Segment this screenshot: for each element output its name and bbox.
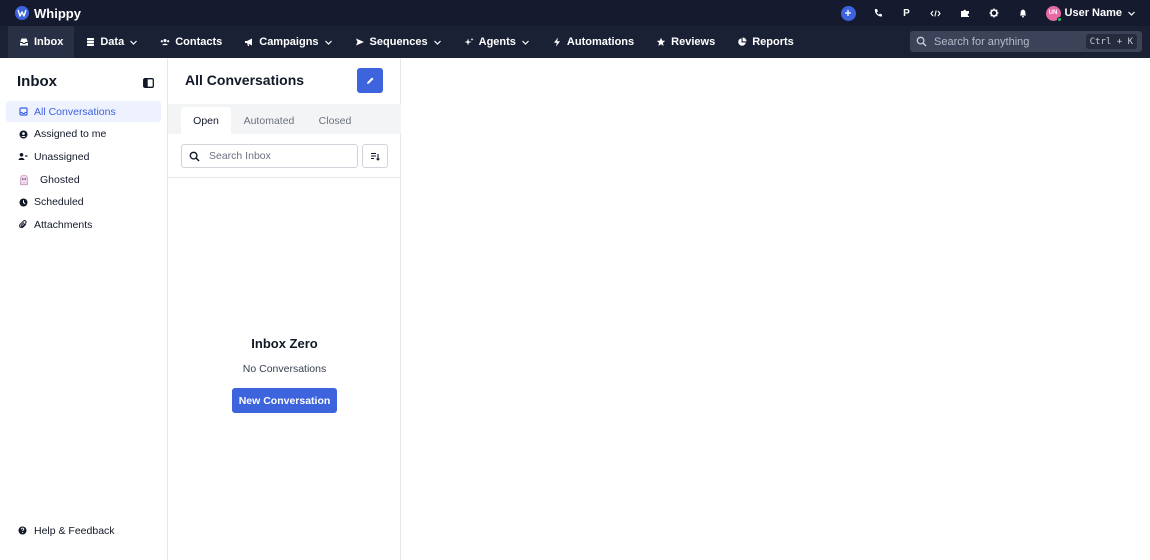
nav-label: Reports [752,36,794,48]
sidebar-item-unassigned[interactable]: Unassigned [6,146,161,167]
sidebar-item-label: Scheduled [34,196,84,209]
brand-name: Whippy [34,5,81,21]
user-circle-icon [18,129,28,139]
send-icon [355,37,365,47]
top-bar: Whippy P UN User Name [0,0,1150,26]
nav-label: Data [100,36,125,48]
nav-label: Campaigns [259,36,319,48]
inbox-icon [19,37,29,47]
ghost-icon [18,174,30,186]
nav-agents[interactable]: Agents [453,26,541,58]
users-icon [160,37,170,47]
megaphone-icon [244,37,254,47]
whippy-logo-icon [15,6,29,20]
nav-sequences[interactable]: Sequences [344,26,453,58]
puzzle-icon[interactable] [958,6,972,20]
chevron-down-icon [433,38,442,47]
paperclip-icon [18,220,28,230]
tab-open[interactable]: Open [181,107,231,134]
tab-automated[interactable]: Automated [234,107,304,134]
inbox-icon [18,107,28,117]
sort-icon [370,152,380,161]
nav-label: Sequences [369,36,428,48]
code-icon[interactable] [929,6,943,20]
chevron-down-icon [129,38,138,47]
sparkles-icon [464,37,474,47]
help-feedback-link[interactable]: Help & Feedback [18,525,115,537]
nav-campaigns[interactable]: Campaigns [233,26,343,58]
user-menu[interactable]: UN User Name [1045,5,1136,22]
avatar: UN [1045,5,1062,22]
star-icon [656,37,666,47]
sidebar-item-scheduled[interactable]: Scheduled [6,192,161,213]
global-search-placeholder: Search for anything [934,35,1030,48]
sidebar-item-label: All Conversations [34,105,116,118]
sidebar-item-all-conversations[interactable]: All Conversations [6,101,161,122]
empty-state-title: Inbox Zero [251,336,318,351]
nav-reports[interactable]: Reports [726,26,805,58]
nav-reviews[interactable]: Reviews [645,26,726,58]
chevron-down-icon [521,38,530,47]
phone-icon[interactable] [871,6,885,20]
sidebar-title: Inbox [17,73,57,90]
pencil-icon [366,76,375,85]
help-feedback-label: Help & Feedback [34,525,115,537]
p-icon[interactable]: P [900,6,914,20]
search-icon [916,36,927,47]
conversations-panel: All Conversations Open Automated Closed … [168,58,401,560]
search-icon [189,151,200,162]
inbox-search-input[interactable]: Search Inbox [181,144,358,168]
chevron-down-icon [1127,9,1136,18]
online-status-dot [1056,16,1062,22]
bell-icon[interactable] [1016,6,1030,20]
database-icon [85,37,95,47]
compose-button[interactable] [357,68,383,93]
sort-button[interactable] [362,144,388,168]
avatar-initials: UN [1048,10,1058,16]
search-shortcut-hint: Ctrl + K [1085,34,1137,49]
nav-label: Contacts [175,36,223,48]
gear-icon[interactable] [987,6,1001,20]
sidebar-item-label: Attachments [34,218,93,231]
sidebar-item-label: Assigned to me [34,128,107,141]
inbox-search-placeholder: Search Inbox [209,150,271,162]
sidebar-item-label: Ghosted [40,173,80,186]
nav-label: Agents [478,36,516,48]
nav-automations[interactable]: Automations [541,26,645,58]
nav-contacts[interactable]: Contacts [149,26,233,58]
sidebar-item-attachments[interactable]: Attachments [6,214,161,235]
user-minus-icon [18,152,28,162]
global-search[interactable]: Search for anything Ctrl + K [910,31,1142,52]
main-nav: Inbox Data Contacts Campaigns Sequences [0,26,1150,58]
sidebar-item-assigned-to-me[interactable]: Assigned to me [6,124,161,145]
divider [168,177,401,178]
brand[interactable]: Whippy [0,6,81,21]
nav-label: Inbox [34,36,64,48]
user-name: User Name [1064,7,1122,19]
sidebar-list: All Conversations Assigned to me Unassig… [6,101,161,237]
nav-data[interactable]: Data [74,26,149,58]
conversation-tabs: Open Automated Closed [168,104,401,134]
nav-inbox[interactable]: Inbox [8,26,75,58]
chevron-down-icon [324,38,333,47]
inbox-sidebar: Inbox All Conversations Assigned to me U… [0,58,168,560]
clock-icon [18,197,28,207]
help-circle-icon [18,526,28,536]
pie-chart-icon [737,37,747,47]
conversations-title: All Conversations [185,72,305,88]
nav-label: Reviews [671,36,716,48]
new-conversation-button[interactable]: New Conversation [232,388,337,413]
sidebar-item-ghosted[interactable]: Ghosted [6,169,161,190]
sidebar-item-label: Unassigned [34,150,90,163]
top-actions: P UN User Name [840,0,1150,26]
nav-label: Automations [566,36,635,48]
plus-icon[interactable] [840,5,856,21]
tab-closed[interactable]: Closed [308,107,362,134]
collapse-sidebar-icon[interactable] [143,76,154,88]
bolt-icon [552,37,562,47]
empty-state-subtitle: No Conversations [242,363,327,375]
conversation-detail-pane [402,58,1150,560]
